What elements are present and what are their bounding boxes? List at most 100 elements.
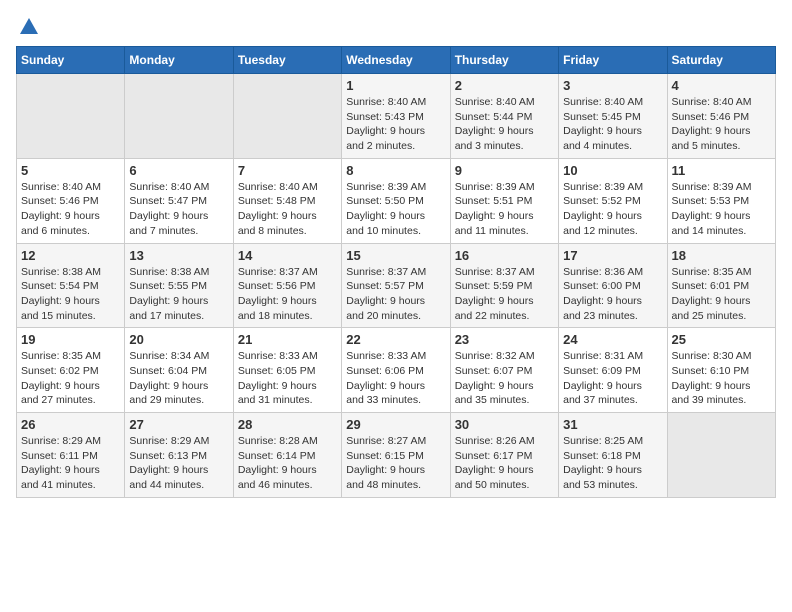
- day-number: 30: [455, 417, 554, 432]
- calendar-week-row: 19 Sunrise: 8:35 AMSunset: 6:02 PMDayligh…: [17, 328, 776, 413]
- day-info: Sunrise: 8:27 AMSunset: 6:15 PMDaylight:…: [346, 434, 445, 493]
- calendar-week-row: 26 Sunrise: 8:29 AMSunset: 6:11 PMDayligh…: [17, 413, 776, 498]
- day-number: 28: [238, 417, 337, 432]
- day-number: 9: [455, 163, 554, 178]
- day-number: 8: [346, 163, 445, 178]
- day-number: 23: [455, 332, 554, 347]
- calendar-cell: 13Sunrise: 8:38 AMSunset: 5:55 PMDayligh…: [125, 243, 233, 328]
- calendar-cell: [667, 413, 775, 498]
- calendar-cell: [233, 74, 341, 159]
- calendar-cell: 11 Sunrise: 8:39 AMSunset: 5:53 PMDayligh…: [667, 158, 775, 243]
- day-info: Sunrise: 8:39 AMSunset: 5:51 PMDaylight:…: [455, 180, 554, 239]
- calendar-cell: 10 Sunrise: 8:39 AMSunset: 5:52 PMDayligh…: [559, 158, 667, 243]
- day-number: 29: [346, 417, 445, 432]
- calendar-cell: 21Sunrise: 8:33 AMSunset: 6:05 PMDayligh…: [233, 328, 341, 413]
- calendar-cell: [125, 74, 233, 159]
- day-number: 16: [455, 248, 554, 263]
- calendar-cell: 24 Sunrise: 8:31 AMSunset: 6:09 PMDayligh…: [559, 328, 667, 413]
- logo-icon: [18, 16, 40, 38]
- day-number: 20: [129, 332, 228, 347]
- calendar-header-row: SundayMondayTuesdayWednesdayThursdayFrid…: [17, 47, 776, 74]
- calendar-header-saturday: Saturday: [667, 47, 775, 74]
- day-number: 11: [672, 163, 771, 178]
- day-number: 14: [238, 248, 337, 263]
- calendar-cell: 16 Sunrise: 8:37 AMSunset: 5:59 PMDayligh…: [450, 243, 558, 328]
- calendar-header-sunday: Sunday: [17, 47, 125, 74]
- calendar-cell: 18 Sunrise: 8:35 AMSunset: 6:01 PMDayligh…: [667, 243, 775, 328]
- day-number: 18: [672, 248, 771, 263]
- calendar-cell: 25 Sunrise: 8:30 AMSunset: 6:10 PMDayligh…: [667, 328, 775, 413]
- day-info: Sunrise: 8:29 AMSunset: 6:13 PMDaylight:…: [129, 434, 228, 493]
- day-info: Sunrise: 8:39 AMSunset: 5:52 PMDaylight:…: [563, 180, 662, 239]
- day-number: 27: [129, 417, 228, 432]
- calendar-cell: 5Sunrise: 8:40 AMSunset: 5:46 PMDaylight…: [17, 158, 125, 243]
- calendar-cell: 30 Sunrise: 8:26 AMSunset: 6:17 PMDayligh…: [450, 413, 558, 498]
- calendar-table: SundayMondayTuesdayWednesdayThursdayFrid…: [16, 46, 776, 498]
- calendar-cell: 2 Sunrise: 8:40 AMSunset: 5:44 PMDaylight…: [450, 74, 558, 159]
- day-info: Sunrise: 8:40 AMSunset: 5:44 PMDaylight:…: [455, 95, 554, 154]
- calendar-week-row: 12 Sunrise: 8:38 AMSunset: 5:54 PMDayligh…: [17, 243, 776, 328]
- day-info: Sunrise: 8:32 AMSunset: 6:07 PMDaylight:…: [455, 349, 554, 408]
- day-info: Sunrise: 8:28 AMSunset: 6:14 PMDaylight:…: [238, 434, 337, 493]
- calendar-cell: 23 Sunrise: 8:32 AMSunset: 6:07 PMDayligh…: [450, 328, 558, 413]
- day-info: Sunrise: 8:40 AMSunset: 5:47 PMDaylight:…: [129, 180, 228, 239]
- day-info: Sunrise: 8:38 AMSunset: 5:55 PMDaylight:…: [129, 265, 228, 324]
- calendar-cell: 7Sunrise: 8:40 AMSunset: 5:48 PMDaylight…: [233, 158, 341, 243]
- calendar-cell: 31 Sunrise: 8:25 AMSunset: 6:18 PMDayligh…: [559, 413, 667, 498]
- day-info: Sunrise: 8:38 AMSunset: 5:54 PMDaylight:…: [21, 265, 120, 324]
- day-number: 26: [21, 417, 120, 432]
- calendar-cell: 1Sunrise: 8:40 AMSunset: 5:43 PMDaylight…: [342, 74, 450, 159]
- calendar-cell: 26 Sunrise: 8:29 AMSunset: 6:11 PMDayligh…: [17, 413, 125, 498]
- day-number: 2: [455, 78, 554, 93]
- day-number: 22: [346, 332, 445, 347]
- day-number: 12: [21, 248, 120, 263]
- calendar-cell: [17, 74, 125, 159]
- day-number: 21: [238, 332, 337, 347]
- day-info: Sunrise: 8:37 AMSunset: 5:56 PMDaylight:…: [238, 265, 337, 324]
- day-info: Sunrise: 8:37 AMSunset: 5:59 PMDaylight:…: [455, 265, 554, 324]
- calendar-cell: 29 Sunrise: 8:27 AMSunset: 6:15 PMDayligh…: [342, 413, 450, 498]
- day-number: 10: [563, 163, 662, 178]
- calendar-header-tuesday: Tuesday: [233, 47, 341, 74]
- day-number: 1: [346, 78, 445, 93]
- day-info: Sunrise: 8:39 AMSunset: 5:53 PMDaylight:…: [672, 180, 771, 239]
- day-info: Sunrise: 8:31 AMSunset: 6:09 PMDaylight:…: [563, 349, 662, 408]
- day-info: Sunrise: 8:26 AMSunset: 6:17 PMDaylight:…: [455, 434, 554, 493]
- day-info: Sunrise: 8:40 AMSunset: 5:45 PMDaylight:…: [563, 95, 662, 154]
- calendar-header-wednesday: Wednesday: [342, 47, 450, 74]
- day-info: Sunrise: 8:36 AMSunset: 6:00 PMDaylight:…: [563, 265, 662, 324]
- day-info: Sunrise: 8:29 AMSunset: 6:11 PMDaylight:…: [21, 434, 120, 493]
- day-number: 25: [672, 332, 771, 347]
- page-header: [16, 16, 776, 38]
- day-number: 3: [563, 78, 662, 93]
- calendar-cell: 27 Sunrise: 8:29 AMSunset: 6:13 PMDayligh…: [125, 413, 233, 498]
- day-number: 4: [672, 78, 771, 93]
- calendar-cell: 15Sunrise: 8:37 AMSunset: 5:57 PMDayligh…: [342, 243, 450, 328]
- calendar-cell: 20 Sunrise: 8:34 AMSunset: 6:04 PMDayligh…: [125, 328, 233, 413]
- day-info: Sunrise: 8:40 AMSunset: 5:46 PMDaylight:…: [21, 180, 120, 239]
- day-info: Sunrise: 8:30 AMSunset: 6:10 PMDaylight:…: [672, 349, 771, 408]
- day-info: Sunrise: 8:35 AMSunset: 6:02 PMDaylight:…: [21, 349, 120, 408]
- calendar-header-friday: Friday: [559, 47, 667, 74]
- day-info: Sunrise: 8:25 AMSunset: 6:18 PMDaylight:…: [563, 434, 662, 493]
- calendar-cell: 28 Sunrise: 8:28 AMSunset: 6:14 PMDayligh…: [233, 413, 341, 498]
- day-info: Sunrise: 8:40 AMSunset: 5:46 PMDaylight:…: [672, 95, 771, 154]
- day-number: 31: [563, 417, 662, 432]
- day-info: Sunrise: 8:33 AMSunset: 6:06 PMDaylight:…: [346, 349, 445, 408]
- calendar-cell: 22 Sunrise: 8:33 AMSunset: 6:06 PMDayligh…: [342, 328, 450, 413]
- calendar-cell: 12 Sunrise: 8:38 AMSunset: 5:54 PMDayligh…: [17, 243, 125, 328]
- calendar-week-row: 1Sunrise: 8:40 AMSunset: 5:43 PMDaylight…: [17, 74, 776, 159]
- calendar-cell: 9 Sunrise: 8:39 AMSunset: 5:51 PMDaylight…: [450, 158, 558, 243]
- calendar-cell: 17 Sunrise: 8:36 AMSunset: 6:00 PMDayligh…: [559, 243, 667, 328]
- day-number: 7: [238, 163, 337, 178]
- logo: [16, 16, 40, 38]
- day-info: Sunrise: 8:39 AMSunset: 5:50 PMDaylight:…: [346, 180, 445, 239]
- day-number: 19: [21, 332, 120, 347]
- day-info: Sunrise: 8:35 AMSunset: 6:01 PMDaylight:…: [672, 265, 771, 324]
- day-number: 6: [129, 163, 228, 178]
- calendar-cell: 14 Sunrise: 8:37 AMSunset: 5:56 PMDayligh…: [233, 243, 341, 328]
- day-info: Sunrise: 8:34 AMSunset: 6:04 PMDaylight:…: [129, 349, 228, 408]
- day-number: 17: [563, 248, 662, 263]
- calendar-week-row: 5Sunrise: 8:40 AMSunset: 5:46 PMDaylight…: [17, 158, 776, 243]
- day-number: 24: [563, 332, 662, 347]
